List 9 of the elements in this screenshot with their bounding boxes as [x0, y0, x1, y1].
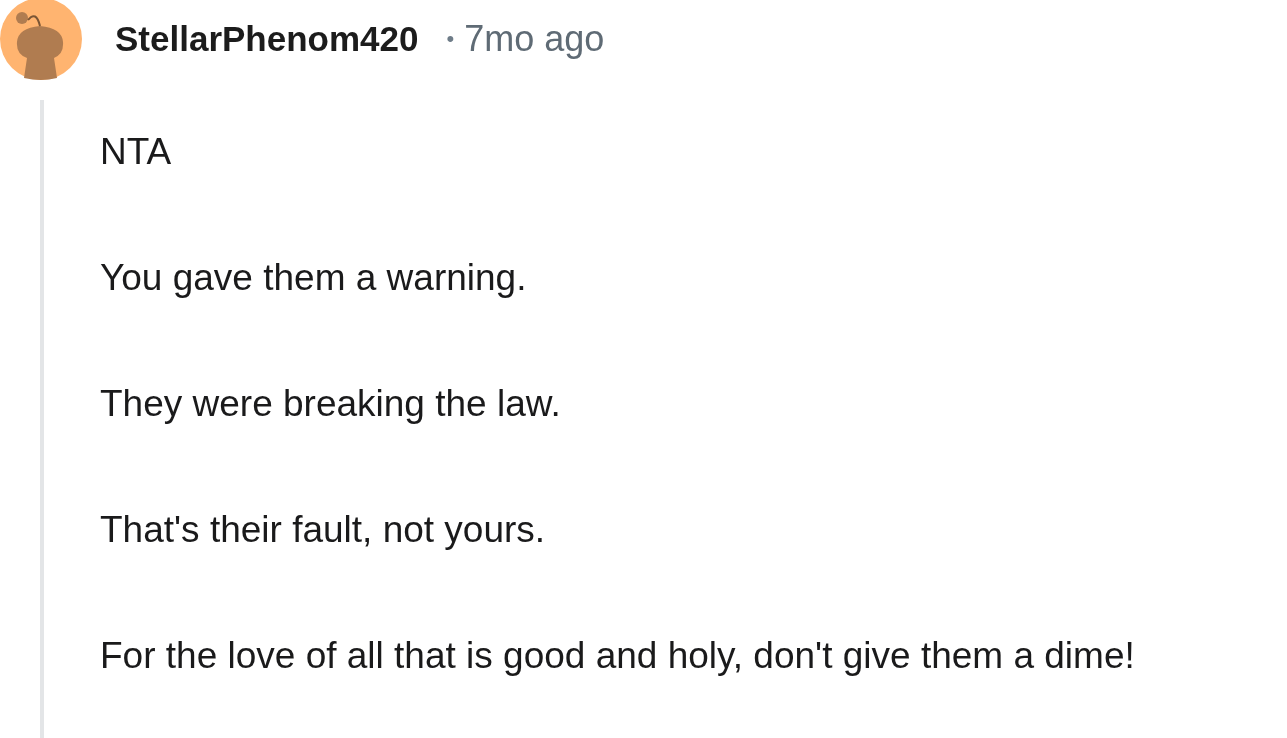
timestamp: 7mo ago — [464, 18, 605, 60]
comment-paragraph: That's their fault, not yours. — [100, 508, 547, 552]
avatar-icon[interactable] — [0, 0, 82, 80]
comment-paragraph: You gave them a warning. — [100, 256, 528, 300]
username-link[interactable]: StellarPhenom420 — [115, 19, 419, 59]
comment-paragraph: They were breaking the law. — [100, 382, 562, 426]
comment-paragraph: For the love of all that is good and holy, don't give them a dime! — [100, 634, 1136, 678]
separator-dot: • — [446, 26, 455, 52]
comment-paragraph: NTA — [100, 130, 173, 174]
